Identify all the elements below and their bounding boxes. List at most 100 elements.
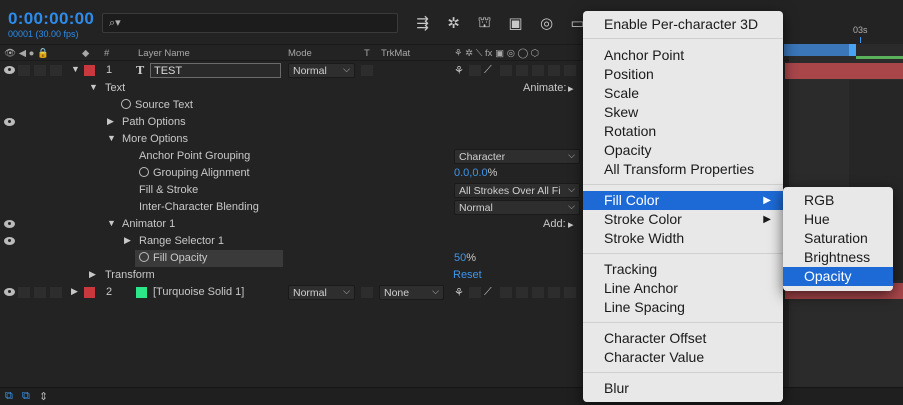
fill-opacity-value[interactable]: 50% <box>454 252 476 264</box>
effect-switch[interactable] <box>500 65 512 76</box>
more-options-row[interactable]: ▼ More Options <box>0 131 585 148</box>
submenu-item-brightness[interactable]: Brightness <box>783 248 893 267</box>
add-menu-button[interactable]: ▸ <box>568 218 574 231</box>
grouping-alignment-value[interactable]: 0.0,0.0% <box>454 167 497 179</box>
work-area-bar[interactable] <box>784 44 856 56</box>
menu-item-tracking[interactable]: Tracking <box>583 260 783 279</box>
menu-item-skew[interactable]: Skew <box>583 103 783 122</box>
menu-item-line-anchor[interactable]: Line Anchor <box>583 279 783 298</box>
visibility-eye-icon[interactable] <box>4 66 15 74</box>
anchor-point-grouping-dropdown[interactable]: Character ⌵ <box>454 149 580 164</box>
layer-label-color[interactable] <box>84 287 95 298</box>
3d-switch[interactable] <box>564 287 576 298</box>
layer-search-input[interactable]: ⌕▾ <box>102 13 398 33</box>
menu-item-character-offset[interactable]: Character Offset <box>583 329 783 348</box>
preserve-transparency-switch[interactable] <box>361 287 373 298</box>
submenu-item-opacity[interactable]: Opacity <box>783 267 893 286</box>
shy-layers-icon[interactable]: ⛫ <box>472 13 497 33</box>
trkmat-header[interactable]: TrkMat <box>381 48 410 59</box>
layer-name[interactable]: [Turquoise Solid 1] <box>153 286 244 298</box>
stopwatch-icon[interactable] <box>139 167 149 177</box>
collapsed-triangle-icon[interactable]: ▶ <box>89 269 96 280</box>
animator-row[interactable]: ▼ Animator 1 Add: ▸ <box>0 216 585 233</box>
visibility-eye-icon[interactable] <box>4 118 15 126</box>
visibility-eye-icon[interactable] <box>4 288 15 296</box>
path-options-row[interactable]: ▶ Path Options <box>0 114 585 131</box>
text-group-row[interactable]: ▼ Text Animate: ▸ <box>0 80 585 97</box>
inter-char-blending-dropdown[interactable]: Normal ⌵ <box>454 200 580 215</box>
audio-switch[interactable] <box>18 287 30 298</box>
motion-blur-icon[interactable]: ◎ <box>534 13 559 33</box>
menu-item-blur[interactable]: Blur <box>583 379 783 398</box>
menu-item-fill-color[interactable]: Fill Color ▶ <box>583 191 783 210</box>
menu-item-anchor-point[interactable]: Anchor Point <box>583 46 783 65</box>
frame-blend-switch[interactable] <box>516 65 528 76</box>
menu-item-position[interactable]: Position <box>583 65 783 84</box>
menu-item-rotation[interactable]: Rotation <box>583 122 783 141</box>
fill-stroke-row[interactable]: Fill & Stroke All Strokes Over All Fi ⌵ <box>0 182 585 199</box>
layer-name-header[interactable]: Layer Name <box>138 48 190 59</box>
expand-triangle-icon[interactable]: ▼ <box>107 133 116 143</box>
menu-item-opacity[interactable]: Opacity <box>583 141 783 160</box>
animate-menu-button[interactable]: ▸ <box>568 82 574 95</box>
submenu-item-rgb[interactable]: RGB <box>783 191 893 210</box>
collapse-switch[interactable] <box>469 287 481 298</box>
range-selector-row[interactable]: ▶ Range Selector 1 <box>0 233 585 250</box>
submenu-item-hue[interactable]: Hue <box>783 210 893 229</box>
quality-switch-icon[interactable]: ⟋ <box>484 64 492 77</box>
shy-switch-icon[interactable]: ⚘ <box>454 64 464 77</box>
shy-switch-icon[interactable]: ⚘ <box>454 286 464 299</box>
inter-char-blending-row[interactable]: Inter-Character Blending Normal ⌵ <box>0 199 585 216</box>
menu-item-enable-per-character-3d[interactable]: Enable Per-character 3D <box>583 15 783 34</box>
blend-mode-dropdown[interactable]: Normal ⌵ <box>288 63 355 78</box>
comp-flowchart-icon[interactable]: ⇶ <box>410 13 435 33</box>
layer1-duration-bar[interactable] <box>785 63 903 79</box>
toggle-in-out-icon[interactable]: ⇕ <box>39 390 48 403</box>
3d-switch[interactable] <box>564 65 576 76</box>
reset-link[interactable]: Reset <box>453 269 482 281</box>
solo-switch[interactable] <box>34 287 46 298</box>
adjustment-switch[interactable] <box>548 287 560 298</box>
menu-item-scale[interactable]: Scale <box>583 84 783 103</box>
lock-switch[interactable] <box>50 65 62 76</box>
effect-switch[interactable] <box>500 287 512 298</box>
menu-item-stroke-color[interactable]: Stroke Color ▶ <box>583 210 783 229</box>
trkmat-dropdown[interactable]: None ⌵ <box>379 285 444 300</box>
expand-triangle-icon[interactable]: ▼ <box>107 218 116 228</box>
visibility-eye-icon[interactable] <box>4 237 15 245</box>
menu-item-stroke-width[interactable]: Stroke Width <box>583 229 783 248</box>
solo-switch[interactable] <box>34 65 46 76</box>
layer-name-field[interactable]: TEST <box>150 63 281 78</box>
grouping-alignment-number[interactable]: 0.0,0.0 <box>454 167 488 179</box>
motion-blur-switch[interactable] <box>532 65 544 76</box>
visibility-eye-icon[interactable] <box>4 220 15 228</box>
submenu-item-saturation[interactable]: Saturation <box>783 229 893 248</box>
source-text-row[interactable]: Source Text <box>0 97 585 114</box>
fill-opacity-row[interactable]: Fill Opacity 50% <box>0 250 585 267</box>
motion-blur-switch[interactable] <box>532 287 544 298</box>
playhead-marker[interactable] <box>860 37 861 43</box>
menu-item-line-spacing[interactable]: Line Spacing <box>583 298 783 317</box>
preserve-transparency-switch[interactable] <box>361 65 373 76</box>
collapsed-triangle-icon[interactable]: ▶ <box>107 116 114 127</box>
layer-row-1[interactable]: ▼ 1 T TEST Normal ⌵ ⚘ ⟋ <box>0 62 585 79</box>
work-area-end-handle[interactable] <box>849 44 856 56</box>
quality-switch-icon[interactable]: ⟋ <box>484 286 492 299</box>
lock-switch[interactable] <box>50 287 62 298</box>
transform-row[interactable]: ▶ Transform Reset <box>0 267 585 284</box>
current-time-display[interactable]: 0:00:00:00 <box>8 9 94 29</box>
collapse-switch[interactable] <box>469 65 481 76</box>
collapsed-triangle-icon[interactable]: ▶ <box>71 286 78 297</box>
collapsed-triangle-icon[interactable]: ▶ <box>124 235 131 246</box>
menu-item-all-transform-properties[interactable]: All Transform Properties <box>583 160 783 179</box>
mode-header[interactable]: Mode <box>288 48 312 59</box>
anchor-point-grouping-row[interactable]: Anchor Point Grouping Character ⌵ <box>0 148 585 165</box>
draft-3d-icon[interactable]: ✲ <box>441 13 466 33</box>
stopwatch-icon[interactable] <box>121 99 131 109</box>
expand-triangle-icon[interactable]: ▼ <box>89 82 98 92</box>
toggle-layer-switches-icon[interactable]: ⧉ <box>5 390 13 403</box>
layer-row-2[interactable]: ▶ 2 [Turquoise Solid 1] Normal ⌵ None ⌵ ⚘ … <box>0 284 585 301</box>
frame-blend-switch[interactable] <box>516 287 528 298</box>
grouping-alignment-row[interactable]: Grouping Alignment 0.0,0.0% <box>0 165 585 182</box>
adjustment-switch[interactable] <box>548 65 560 76</box>
